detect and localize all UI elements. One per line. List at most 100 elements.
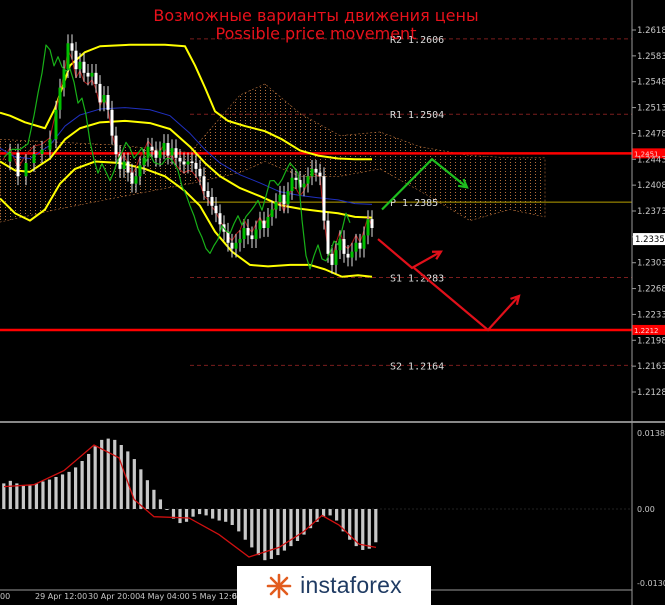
candle-body — [294, 177, 298, 180]
forecast-path-red — [377, 238, 442, 270]
macd-histogram-bar — [328, 509, 332, 516]
price-tick-label: 1.2198 — [637, 336, 665, 346]
instaforex-logo: instaforex — [237, 566, 431, 605]
chart-title-ru: Возможные варианты движения цены — [153, 6, 479, 25]
candle-body — [302, 183, 306, 188]
candle-body — [58, 87, 62, 110]
candle-body — [326, 220, 330, 254]
macd-histogram-bar — [367, 509, 371, 549]
macd-histogram-bar — [250, 509, 254, 548]
macd-histogram-bar — [237, 509, 241, 532]
candle-body — [266, 216, 270, 228]
candle-body — [110, 109, 114, 136]
price-tick-label: 1.2618 — [637, 26, 665, 36]
macd-histogram-bar — [87, 453, 91, 509]
price-tick-label: 1.2128 — [637, 388, 665, 398]
macd-histogram-bar — [21, 485, 25, 509]
price-tick-label: 1.2548 — [637, 78, 665, 88]
macd-histogram-bar — [217, 509, 221, 521]
macd-histogram-bar — [178, 509, 182, 524]
candle-body — [186, 161, 190, 165]
current-price-label: 1.2335 — [635, 235, 665, 245]
macd-histogram-bar — [230, 509, 234, 525]
candle-body — [102, 95, 106, 103]
candle-body — [214, 205, 218, 214]
candle-body — [206, 191, 210, 197]
candle-body — [242, 227, 246, 240]
level-label-r1: R1 1.2504 — [390, 110, 444, 121]
candle-body — [86, 72, 90, 77]
macd-histogram-bar — [80, 461, 84, 509]
candle-body — [358, 242, 362, 249]
candle-body — [310, 168, 314, 177]
time-tick-label: 29 Apr 12:00 — [35, 592, 87, 601]
macd-histogram-bar — [100, 439, 104, 509]
time-tick-label: 00 — [0, 592, 10, 601]
candle-body — [130, 172, 134, 184]
candle-body — [334, 250, 338, 265]
candle-body — [246, 227, 250, 236]
candle-body — [98, 83, 102, 103]
candle-body — [138, 165, 142, 177]
macd-histogram-bar — [184, 509, 189, 522]
macd-histogram-bar — [34, 483, 39, 509]
macd-histogram-bar — [2, 483, 6, 509]
candle-body — [134, 176, 138, 184]
price-tick-label: 1.2373 — [637, 207, 665, 217]
candle-body — [62, 69, 66, 88]
candle-body — [282, 194, 286, 205]
macd-histogram-bar — [28, 484, 32, 509]
macd-histogram-bar — [152, 489, 156, 509]
macd-histogram-bar — [204, 509, 208, 516]
candle-body — [16, 152, 20, 177]
time-tick-label: 4 May 04:00 — [140, 592, 190, 601]
macd-histogram-bar — [93, 446, 97, 509]
macd-histogram-bar — [191, 509, 195, 517]
candle-body — [114, 135, 118, 155]
candle-body — [270, 209, 274, 217]
level-label-p: P 1.2385 — [390, 198, 438, 209]
candle-body — [8, 152, 12, 162]
candle-body — [362, 235, 366, 249]
candle-body — [250, 235, 254, 240]
key-level-tag-text: 1.2212 — [634, 327, 659, 335]
price-tick-label: 1.2443 — [637, 155, 665, 165]
macd-histogram-bar — [119, 445, 123, 509]
candle-body — [286, 191, 290, 205]
macd-histogram-bar — [335, 509, 339, 521]
candle-body — [166, 143, 170, 156]
macd-histogram-bar — [256, 509, 260, 556]
price-tick-label: 1.2303 — [637, 259, 665, 269]
instaforex-wordmark: instaforex — [300, 572, 402, 598]
candle-body — [178, 157, 182, 162]
candle-body — [198, 168, 202, 177]
macd-axis-label: 0.01386 — [637, 429, 665, 438]
candle-body — [154, 150, 158, 158]
price-tick-label: 1.2513 — [637, 104, 665, 114]
candle-body — [278, 194, 282, 203]
macd-histogram-bar — [145, 480, 149, 509]
price-tick-label: 1.2408 — [637, 181, 665, 191]
candle-body — [48, 139, 52, 150]
candle-body — [150, 146, 154, 151]
macd-histogram-bar — [106, 438, 110, 509]
chart-title-en: Possible price movement — [215, 24, 417, 43]
price-chart: R2 1.2606R1 1.2504P 1.2385S1 1.2283S2 1.… — [0, 0, 665, 605]
macd-panel: 0.01386 0.00 -0.01304 — [0, 429, 665, 588]
macd-histogram-bar — [41, 481, 45, 509]
macd-axis-label: -0.01304 — [637, 579, 665, 588]
candle-body — [370, 219, 374, 228]
candle-body — [262, 220, 266, 228]
macd-axis-label: 0.00 — [637, 505, 655, 514]
time-tick-label: 30 Apr 20:00 — [88, 592, 140, 601]
candle-body — [82, 61, 86, 73]
macd-histogram-bar — [139, 469, 143, 509]
macd-histogram-bar — [54, 477, 58, 509]
macd-histogram-bar — [60, 474, 65, 509]
candle-body — [202, 176, 206, 192]
candle-body — [258, 220, 262, 230]
macd-signal-line — [3, 444, 377, 558]
candle-body — [234, 242, 238, 249]
level-label-s1: S1 1.2283 — [390, 273, 444, 284]
candle-body — [78, 61, 82, 70]
